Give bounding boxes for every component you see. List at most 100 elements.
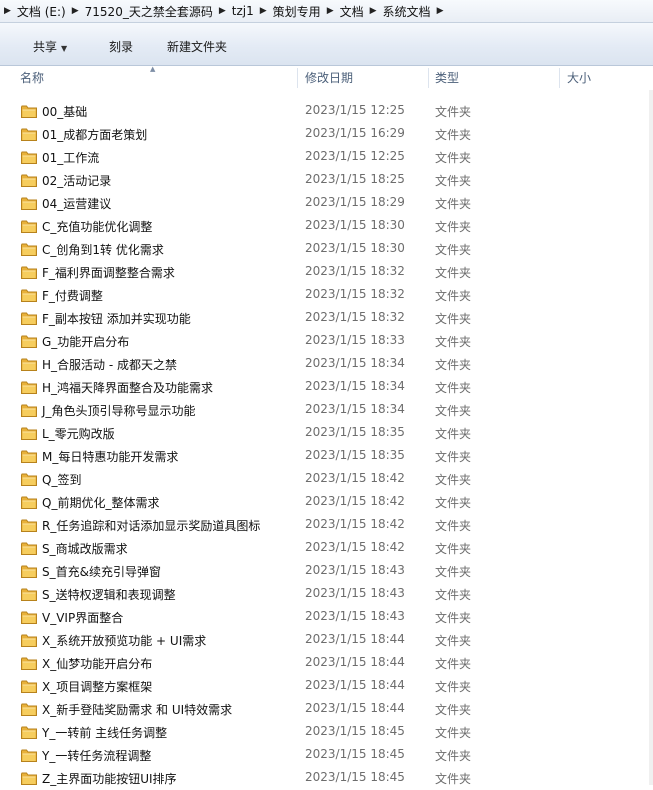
file-row[interactable]: G_功能开启分布 2023/1/15 18:33 文件夹 [0,330,653,353]
breadcrumb-separator-icon[interactable]: ▶ [370,6,377,16]
folder-icon [21,611,37,624]
file-row[interactable]: F_福利界面调整整合需求 2023/1/15 18:32 文件夹 [0,261,653,284]
file-row[interactable]: V_VIP界面整合 2023/1/15 18:43 文件夹 [0,606,653,629]
file-name: H_鸿福天降界面整合及功能需求 [42,381,214,395]
column-header-date[interactable]: 修改日期 [305,66,353,90]
file-row[interactable]: Z_主界面功能按钮UI排序 2023/1/15 18:45 文件夹 [0,767,653,790]
column-divider[interactable] [297,68,298,88]
file-modified-date: 2023/1/15 18:44 [305,655,405,669]
file-row[interactable]: Q_前期优化_整体需求 2023/1/15 18:42 文件夹 [0,491,653,514]
vertical-scrollbar[interactable] [649,90,653,785]
folder-icon [21,565,37,578]
folder-icon [21,151,37,164]
file-modified-date: 2023/1/15 18:35 [305,448,405,462]
file-type: 文件夹 [435,519,472,533]
file-row[interactable]: X_项目调整方案框架 2023/1/15 18:44 文件夹 [0,675,653,698]
file-row[interactable]: 04_运营建议 2023/1/15 18:29 文件夹 [0,192,653,215]
breadcrumb-item[interactable]: 文档 (E:) [17,3,66,20]
file-row[interactable]: M_每日特惠功能开发需求 2023/1/15 18:35 文件夹 [0,445,653,468]
file-row[interactable]: F_副本按钮 添加并实现功能 2023/1/15 18:32 文件夹 [0,307,653,330]
folder-icon [21,197,37,210]
file-modified-date: 2023/1/15 18:45 [305,724,405,738]
address-bar[interactable]: ▶ 文档 (E:) ▶ 71520_天之禁全套源码 ▶ tzj1 ▶ 策划专用 … [0,0,653,23]
file-modified-date: 2023/1/15 12:25 [305,103,405,117]
file-name: Y_一转任务流程调整 [42,749,152,763]
file-modified-date: 2023/1/15 18:43 [305,586,405,600]
breadcrumb-item[interactable]: 文档 [340,3,364,20]
file-row[interactable]: 01_工作流 2023/1/15 12:25 文件夹 [0,146,653,169]
new-folder-label: 新建文件夹 [167,40,228,54]
file-type: 文件夹 [435,243,472,257]
file-row[interactable]: R_任务追踪和对话添加显示奖励道具图标 2023/1/15 18:42 文件夹 [0,514,653,537]
file-name: X_新手登陆奖励需求 和 UI特效需求 [42,703,233,717]
file-row[interactable]: H_合服活动 - 成都天之禁 2023/1/15 18:34 文件夹 [0,353,653,376]
file-type: 文件夹 [435,588,472,602]
file-type: 文件夹 [435,358,472,372]
folder-icon [21,588,37,601]
column-header-name[interactable]: 名称 [20,66,44,90]
folder-icon [21,772,37,785]
file-modified-date: 2023/1/15 18:30 [305,241,405,255]
file-modified-date: 2023/1/15 18:44 [305,632,405,646]
folder-icon [21,266,37,279]
file-modified-date: 2023/1/15 18:33 [305,333,405,347]
breadcrumb-separator-icon[interactable]: ▶ [4,6,11,16]
file-row[interactable]: Y_一转前 主线任务调整 2023/1/15 18:45 文件夹 [0,721,653,744]
column-divider[interactable] [428,68,429,88]
file-row[interactable]: C_充值功能优化调整 2023/1/15 18:30 文件夹 [0,215,653,238]
column-header-type[interactable]: 类型 [435,66,459,90]
file-type: 文件夹 [435,542,472,556]
file-name: 01_成都方面老策划 [42,128,148,142]
file-type: 文件夹 [435,220,472,234]
breadcrumb-separator-icon[interactable]: ▶ [72,6,79,16]
file-row[interactable]: 02_活动记录 2023/1/15 18:25 文件夹 [0,169,653,192]
file-row[interactable]: X_新手登陆奖励需求 和 UI特效需求 2023/1/15 18:44 文件夹 [0,698,653,721]
folder-icon [21,128,37,141]
file-name: 04_运营建议 [42,197,112,211]
breadcrumb-item[interactable]: tzj1 [232,4,254,18]
folder-icon [21,427,37,440]
burn-button[interactable]: 刻录 [109,38,133,55]
file-row[interactable]: X_仙梦功能开启分布 2023/1/15 18:44 文件夹 [0,652,653,675]
file-modified-date: 2023/1/15 16:29 [305,126,405,140]
file-name: G_功能开启分布 [42,335,130,349]
file-type: 文件夹 [435,404,472,418]
file-type: 文件夹 [435,473,472,487]
breadcrumb-item[interactable]: 策划专用 [273,3,321,20]
share-button[interactable]: 共享 ▼ [33,38,67,55]
file-row[interactable]: Y_一转任务流程调整 2023/1/15 18:45 文件夹 [0,744,653,767]
file-row[interactable]: 01_成都方面老策划 2023/1/15 16:29 文件夹 [0,123,653,146]
file-modified-date: 2023/1/15 18:43 [305,563,405,577]
file-row[interactable]: Q_签到 2023/1/15 18:42 文件夹 [0,468,653,491]
folder-icon [21,519,37,532]
breadcrumb-separator-icon[interactable]: ▶ [260,6,267,16]
file-row[interactable]: S_商城改版需求 2023/1/15 18:42 文件夹 [0,537,653,560]
file-row[interactable]: J_角色头顶引导称号显示功能 2023/1/15 18:34 文件夹 [0,399,653,422]
file-name: V_VIP界面整合 [42,611,124,625]
file-row[interactable]: C_创角到1转 优化需求 2023/1/15 18:30 文件夹 [0,238,653,261]
file-row[interactable]: S_送特权逻辑和表现调整 2023/1/15 18:43 文件夹 [0,583,653,606]
file-row[interactable]: S_首充&续充引导弹窗 2023/1/15 18:43 文件夹 [0,560,653,583]
file-row[interactable]: F_付费调整 2023/1/15 18:32 文件夹 [0,284,653,307]
file-row[interactable]: H_鸿福天降界面整合及功能需求 2023/1/15 18:34 文件夹 [0,376,653,399]
breadcrumb-separator-icon[interactable]: ▶ [327,6,334,16]
file-type: 文件夹 [435,197,472,211]
file-name: Q_签到 [42,473,82,487]
file-row[interactable]: X_系统开放预览功能 + UI需求 2023/1/15 18:44 文件夹 [0,629,653,652]
file-name: C_充值功能优化调整 [42,220,153,234]
file-row[interactable]: 00_基础 2023/1/15 12:25 文件夹 [0,100,653,123]
breadcrumb-item[interactable]: 系统文档 [383,3,431,20]
file-modified-date: 2023/1/15 18:32 [305,287,405,301]
column-divider[interactable] [559,68,560,88]
file-type: 文件夹 [435,381,472,395]
file-type: 文件夹 [435,749,472,763]
breadcrumb-item[interactable]: 71520_天之禁全套源码 [85,3,213,20]
burn-label: 刻录 [109,40,134,54]
file-modified-date: 2023/1/15 18:44 [305,678,405,692]
breadcrumb-separator-icon[interactable]: ▶ [219,6,226,16]
breadcrumb-separator-icon[interactable]: ▶ [437,6,444,16]
file-modified-date: 2023/1/15 18:32 [305,264,405,278]
new-folder-button[interactable]: 新建文件夹 [167,38,227,55]
column-header-size[interactable]: 大小 [567,66,591,90]
file-row[interactable]: L_零元购改版 2023/1/15 18:35 文件夹 [0,422,653,445]
